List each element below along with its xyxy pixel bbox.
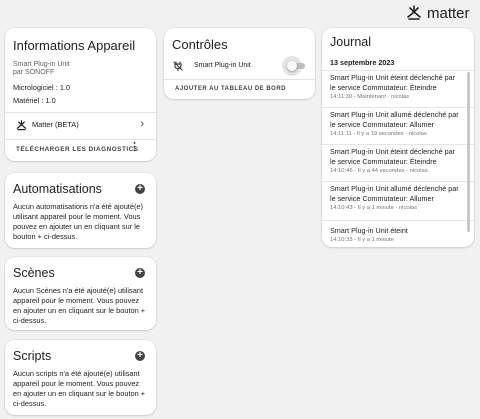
log-entry-meta: 14:10:43 - Il y a 1 minute · nicolas — [330, 205, 417, 211]
device-hardware: Matériel : 1.0 — [13, 96, 56, 105]
log-entry[interactable]: Smart Plug-in Unit éteint déclenché par … — [330, 73, 460, 102]
log-entry[interactable]: Smart Plug-in Unit éteint déclenché par … — [330, 147, 460, 176]
divider — [5, 139, 156, 140]
journal-scrollbar[interactable] — [467, 72, 470, 232]
more-vert-icon[interactable]: ⋮ — [129, 142, 140, 153]
matter-integration-icon — [16, 120, 27, 131]
device-info-title: Informations Appareil — [13, 38, 136, 53]
log-entry[interactable]: Smart Plug-in Unit allumé déclenché par … — [330, 110, 460, 139]
automations-title: Automatisations — [13, 182, 102, 196]
matter-logo-icon — [407, 5, 421, 20]
integration-row[interactable]: Matter (BETA) › — [5, 113, 156, 139]
log-entry-title: Smart Plug-in Unit éteint déclenché par … — [330, 73, 456, 92]
toggle-thumb — [287, 61, 297, 71]
add-automation-icon[interactable]: + — [135, 184, 145, 194]
automations-card: Automatisations + Aucun automatisations … — [5, 173, 156, 248]
scenes-empty-text: Aucun Scènes n'a été ajouté(e) utilisant… — [13, 286, 146, 325]
log-entry-meta: 14:10:46 - Il y a 44 secondes · nicolas — [330, 168, 428, 174]
add-scene-icon[interactable]: + — [135, 268, 145, 278]
log-entry-meta: 14:11:11 - Il y a 19 secondes · nicolas — [330, 131, 427, 137]
automations-empty-text: Aucun automatisations n'a été ajouté(e) … — [13, 202, 144, 241]
scripts-title: Scripts — [13, 349, 52, 363]
matter-logo: matter — [406, 4, 470, 22]
entity-row[interactable]: Smart Plug-in Unit — [164, 56, 315, 76]
log-entry-title: Smart Plug-in Unit éteint déclenché par … — [330, 147, 456, 166]
device-info-card: Informations Appareil Smart Plug-in Unit… — [5, 28, 156, 161]
scenes-title: Scènes — [13, 266, 55, 280]
log-entry-title: Smart Plug-in Unit allumé déclenché par … — [330, 184, 459, 203]
log-entry-title: Smart Plug-in Unit allumé déclenché par … — [330, 110, 459, 129]
power-plug-off-icon — [173, 61, 183, 71]
divider — [164, 79, 315, 80]
divider — [322, 70, 474, 71]
matter-logo-text: matter — [427, 4, 470, 22]
scenes-card: Scènes + Aucun Scènes n'a été ajouté(e) … — [5, 257, 156, 330]
controls-title: Contrôles — [172, 37, 228, 52]
journal-date: 13 septembre 2023 — [330, 58, 395, 67]
add-script-icon[interactable]: + — [135, 351, 145, 361]
divider — [322, 220, 474, 221]
chevron-right-icon: › — [140, 118, 144, 130]
scripts-empty-text: Aucun scripts n'a été ajouté(e) utilisan… — [13, 369, 146, 408]
divider — [322, 107, 474, 108]
log-entry-title: Smart Plug-in Unit éteint — [330, 226, 408, 235]
entity-toggle-switch[interactable] — [282, 56, 305, 76]
device-firmware: Micrologiciel : 1.0 — [13, 83, 71, 92]
entity-name: Smart Plug-in Unit — [194, 62, 251, 69]
controls-card: Contrôles Smart Plug-in Unit AJOUTER AU … — [164, 28, 315, 99]
journal-title: Journal — [330, 35, 371, 49]
scripts-card: Scripts + Aucun scripts n'a été ajouté(e… — [5, 340, 156, 415]
journal-card: Journal 13 septembre 2023 Smart Plug-in … — [322, 28, 474, 247]
integration-label: Matter (BETA) — [32, 120, 79, 129]
add-to-dashboard-button[interactable]: AJOUTER AU TABLEAU DE BORD — [175, 86, 286, 92]
divider — [322, 144, 474, 145]
divider — [322, 181, 474, 182]
log-entry[interactable]: Smart Plug-in Unit allumé déclenché par … — [330, 184, 460, 213]
log-entry-meta: 14:11:30 - Maintenant · nicolas — [330, 94, 410, 100]
log-entry-meta: 14:10:33 - Il y a 1 minute — [330, 237, 394, 243]
download-diagnostics-button[interactable]: TÉLÉCHARGER LES DIAGNOSTICS — [16, 146, 139, 153]
log-entry[interactable]: Smart Plug-in Unit éteint 14:10:33 - Il … — [330, 226, 460, 245]
device-manufacturer[interactable]: par SONOFF — [13, 68, 54, 78]
